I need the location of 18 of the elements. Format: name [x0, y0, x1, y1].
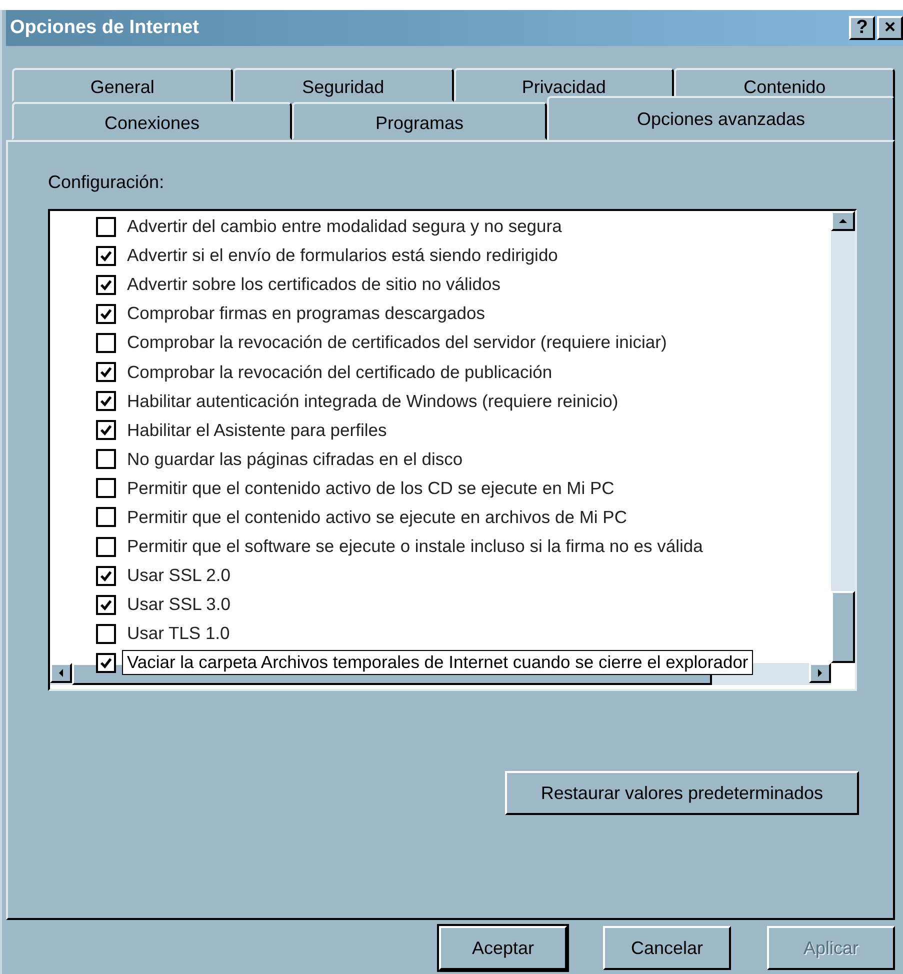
tooltip: Vaciar la carpeta Archivos temporales de Internet cuando se cierre el explorador [122, 650, 754, 676]
settings-label: Configuración: [48, 172, 164, 193]
setting-label: Permitir que el software se ejecute o instale incluso si la firma no es válida [127, 536, 703, 558]
setting-label: Advertir del cambio entre modalidad segura y no segura [127, 216, 562, 238]
setting-label: Usar SSL 3.0 [127, 594, 230, 616]
setting-label: Usar TLS 1.0 [127, 623, 230, 644]
setting-label: Usar SSL 2.0 [127, 565, 230, 586]
setting-label: Permitir que el contenido activo de los CD se ejecute en Mi PC [127, 478, 614, 499]
setting-label: Advertir sobre los certificados de sitio no válidos [127, 274, 501, 296]
setting-label: Comprobar la revocación del certificado de publicación [127, 362, 552, 383]
setting-label: Habilitar el Asistente para perfiles [127, 420, 387, 441]
setting-label: Habilitar autenticación integrada de Windows (requiere reinicio) [127, 390, 618, 412]
setting-label: Advertir si el envío de formularios está siendo redirigido [127, 245, 558, 266]
window-title: Opciones de Internet [10, 17, 199, 39]
setting-label: No guardar las páginas cifradas en el disco [127, 448, 463, 470]
setting-label: Comprobar firmas en programas descargados [127, 303, 485, 324]
setting-label: Permitir que el contenido activo se ejecute en archivos de Mi PC [127, 506, 627, 528]
setting-label: Comprobar la revocación de certificados del servidor (requiere iniciar) [127, 332, 667, 354]
